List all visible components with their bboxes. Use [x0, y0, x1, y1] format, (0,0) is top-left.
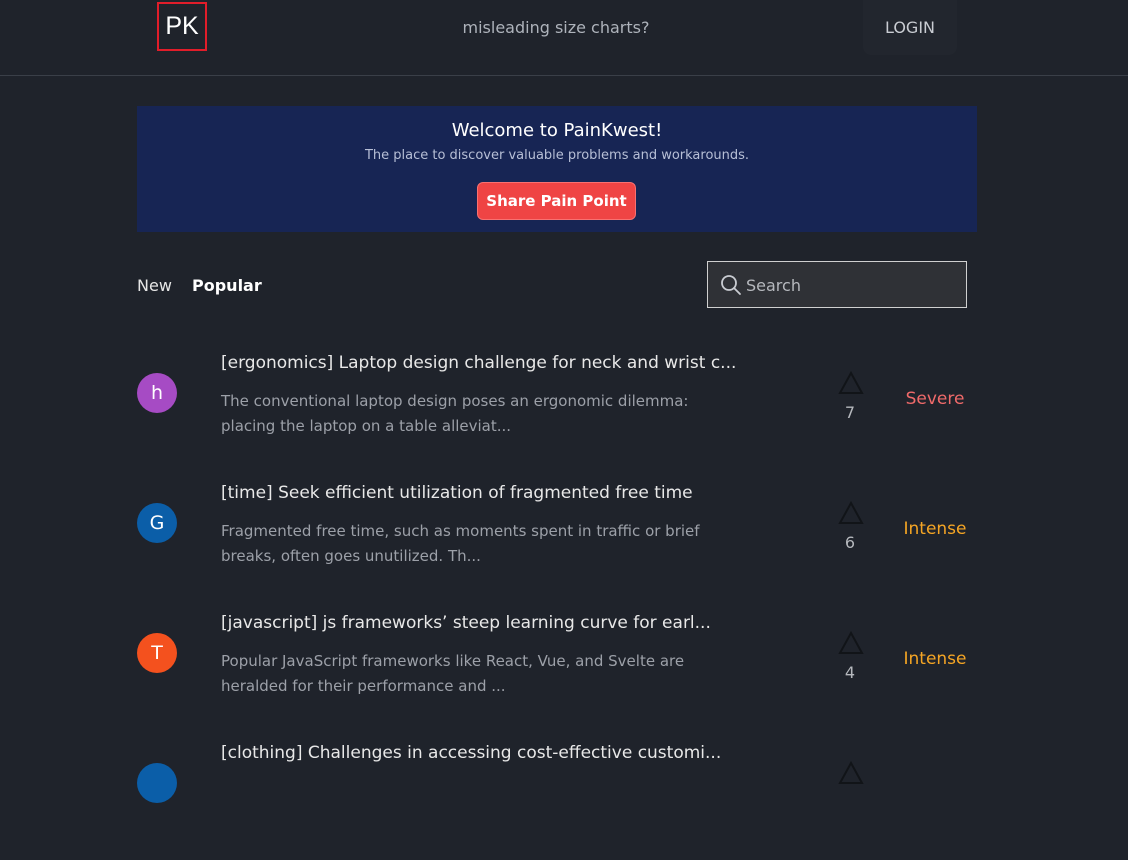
avatar	[137, 763, 177, 803]
upvote-icon[interactable]	[838, 501, 864, 525]
post-item[interactable]: T [javascript] js frameworks’ steep lear…	[0, 600, 1128, 730]
post-description: Fragmented free time, such as moments sp…	[221, 522, 700, 565]
tab-new[interactable]: New	[137, 276, 172, 295]
avatar: T	[137, 633, 177, 673]
share-pain-point-button[interactable]: Share Pain Point	[477, 182, 636, 220]
welcome-banner: Welcome to PainKwest! The place to disco…	[137, 106, 977, 232]
post-description: Popular JavaScript frameworks like React…	[221, 652, 685, 695]
post-description: The conventional laptop design poses an …	[221, 392, 689, 435]
search-icon	[721, 275, 741, 295]
severity-badge: Intense	[903, 649, 967, 669]
upvote-icon[interactable]	[838, 761, 864, 785]
vote-count: 4	[844, 663, 856, 682]
post-title[interactable]: [javascript] js frameworks’ steep learni…	[221, 613, 761, 633]
post-title[interactable]: [time] Seek efficient utilization of fra…	[221, 483, 761, 503]
avatar: G	[137, 503, 177, 543]
vote-count: 7	[844, 403, 856, 422]
post-title[interactable]: [ergonomics] Laptop design challenge for…	[221, 353, 761, 373]
upvote-icon[interactable]	[838, 371, 864, 395]
header-tagline: misleading size charts?	[462, 18, 650, 37]
post-item[interactable]: h [ergonomics] Laptop design challenge f…	[0, 340, 1128, 470]
banner-subtitle: The place to discover valuable problems …	[364, 148, 750, 163]
banner-title: Welcome to PainKwest!	[451, 120, 663, 141]
post-item[interactable]: [clothing] Challenges in accessing cost-…	[0, 730, 1128, 860]
post-title[interactable]: [clothing] Challenges in accessing cost-…	[221, 743, 761, 763]
search-input[interactable]	[746, 270, 956, 300]
search-box[interactable]	[707, 261, 967, 308]
login-button[interactable]: LOGIN	[863, 0, 957, 55]
severity-badge: Intense	[903, 519, 967, 539]
logo[interactable]: PK	[157, 2, 207, 51]
severity-badge: Severe	[905, 389, 965, 409]
top-header: PK misleading size charts? LOGIN	[0, 0, 1128, 76]
tab-popular[interactable]: Popular	[192, 276, 262, 295]
upvote-icon[interactable]	[838, 631, 864, 655]
vote-count: 6	[844, 533, 856, 552]
avatar: h	[137, 373, 177, 413]
post-item[interactable]: G [time] Seek efficient utilization of f…	[0, 470, 1128, 600]
